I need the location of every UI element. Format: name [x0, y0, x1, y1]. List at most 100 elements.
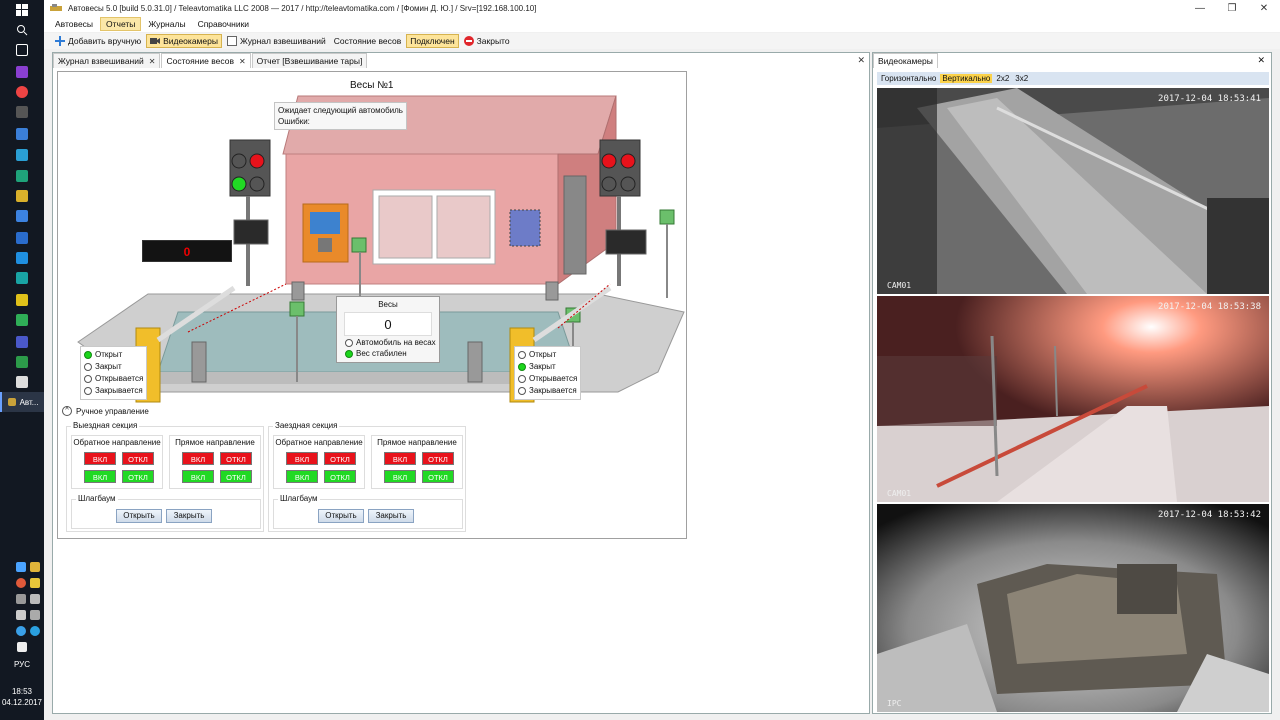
exit-barrier-open-button[interactable]: Открыть [116, 509, 162, 523]
exit-forward-green-on-button[interactable]: ВКЛ [182, 470, 214, 483]
exit-forward-red-off-button[interactable]: ОТКЛ [220, 452, 252, 465]
cameras-panel: Видеокамеры ✕ Горизонтально Вертикально … [872, 52, 1272, 714]
network-icon[interactable] [16, 562, 26, 572]
telegram-icon[interactable] [30, 626, 40, 636]
app-icon-13[interactable] [0, 352, 44, 372]
title-bar: Автовесы 5.0 [build 5.0.31.0] / Teleavto… [44, 0, 1280, 16]
tray-app-icon-4[interactable] [30, 594, 40, 604]
maximize-button[interactable]: ❐ [1216, 0, 1248, 16]
close-icon[interactable]: ✕ [239, 57, 246, 66]
app-icon-10[interactable] [0, 290, 44, 310]
entry-forward-green-off-button[interactable]: ОТКЛ [422, 470, 454, 483]
entry-forward-green-on-button[interactable]: ВКЛ [384, 470, 416, 483]
tab-scale-state[interactable]: Состояние весов ✕ [161, 53, 251, 68]
app-icon-11[interactable] [0, 310, 44, 330]
exit-reverse-green-on-button[interactable]: ВКЛ [84, 470, 116, 483]
app-icon-9[interactable] [0, 268, 44, 288]
start-icon[interactable] [0, 0, 44, 20]
closed-status[interactable]: Закрыто [461, 34, 513, 48]
forward-direction-label: Прямое направление [175, 438, 255, 447]
close-icon[interactable]: ✕ [149, 57, 156, 66]
tray-app-icon-3[interactable] [30, 578, 40, 588]
layout-3x2[interactable]: 3x2 [1013, 74, 1030, 83]
collapse-icon: ^ [62, 406, 72, 416]
exit-reverse-green-off-button[interactable]: ОТКЛ [122, 470, 154, 483]
app-icon-14[interactable] [0, 372, 44, 392]
weight-stable-indicator: Вес стабилен [345, 349, 439, 358]
entry-forward-red-on-button[interactable]: ВКЛ [384, 452, 416, 465]
panel-close-icon[interactable]: ✕ [857, 55, 865, 66]
entry-barrier-open-button[interactable]: Открыть [318, 509, 364, 523]
entry-forward-red-off-button[interactable]: ОТКЛ [422, 452, 454, 465]
app-icon-3[interactable] [0, 145, 44, 165]
app-icon-12[interactable] [0, 332, 44, 352]
camera-view-1[interactable]: 2017-12-04 18:53:41 CAM01 [877, 88, 1269, 294]
language-indicator[interactable]: РУС [0, 660, 44, 669]
cameras-close-icon[interactable]: ✕ [1257, 55, 1265, 66]
tray-app-icon-5[interactable] [30, 610, 40, 620]
scale-state-button[interactable]: Состояние весов [331, 34, 405, 48]
menu-journals[interactable]: Журналы [143, 18, 190, 30]
entry-section: Заездная секция Обратное направление ВКЛ… [268, 421, 466, 532]
barrier-label: Шлагбаум [76, 494, 118, 503]
volume-icon[interactable] [16, 610, 26, 620]
tray-app-icon-1[interactable] [30, 562, 40, 572]
layout-2x2[interactable]: 2x2 [994, 74, 1011, 83]
vehicle-on-scale-label: Автомобиль на весах [356, 338, 436, 347]
camera-view-3[interactable]: 2017-12-04 18:53:42 IPC [877, 504, 1269, 712]
app-icon-8[interactable] [0, 248, 44, 268]
layout-horizontal[interactable]: Горизонтально [879, 74, 938, 83]
camera-post-icon [351, 237, 367, 253]
tab-weigh-journal[interactable]: Журнал взвешиваний ✕ [53, 53, 161, 68]
barrier-left-status: Открыт Закрыт Открывается Закрывается [80, 346, 148, 400]
forward-direction-label: Прямое направление [377, 438, 457, 447]
cameras-button[interactable]: Видеокамеры [146, 34, 222, 48]
exit-reverse-red-on-button[interactable]: ВКЛ [84, 452, 116, 465]
entry-reverse-green-on-button[interactable]: ВКЛ [286, 470, 318, 483]
manual-control-toggle[interactable]: ^ Ручное управление [62, 406, 149, 416]
add-manual-button[interactable]: Добавить вручную [52, 34, 144, 48]
menu-avtovesy[interactable]: Автовесы [50, 18, 98, 30]
app-icon-1[interactable] [0, 102, 44, 122]
clock[interactable]: 18:53 04.12.2017 [0, 686, 44, 708]
barrier-left-closed: Закрыт [95, 362, 122, 371]
layout-vertical[interactable]: Вертикально [940, 74, 993, 83]
app-icon-6[interactable] [0, 206, 44, 226]
exit-barrier-close-button[interactable]: Закрыть [166, 509, 212, 523]
radio-on-icon [518, 363, 526, 371]
camera-view-2[interactable]: 2017-12-04 18:53:38 CAM01 [877, 296, 1269, 502]
exit-forward-red-on-button[interactable]: ВКЛ [182, 452, 214, 465]
entry-forward-direction: Прямое направление ВКЛ ОТКЛ ВКЛ ОТКЛ [371, 435, 463, 489]
search-icon[interactable] [0, 20, 44, 40]
taskbar-app-avtovesy[interactable]: Авт... [0, 392, 44, 412]
weigh-journal-button[interactable]: Журнал взвешиваний [224, 34, 329, 48]
weigh-journal-label: Журнал взвешиваний [239, 36, 326, 46]
battery-icon[interactable] [16, 594, 26, 604]
app-icon-2[interactable] [0, 124, 44, 144]
tray-app-icon-2[interactable] [16, 578, 26, 588]
skype-icon[interactable] [16, 626, 26, 636]
barrier-right-status: Открыт Закрыт Открывается Закрывается [514, 346, 582, 400]
chrome-icon[interactable] [0, 82, 44, 102]
minimize-button[interactable]: — [1184, 0, 1216, 16]
app-icon-5[interactable] [0, 186, 44, 206]
app-icon-4[interactable] [0, 166, 44, 186]
scale-state-label: Состояние весов [333, 36, 402, 46]
notification-icon[interactable] [17, 642, 27, 652]
scale-status-tooltip: Ожидает следующий автомобиль Ошибки: [274, 102, 407, 130]
entry-reverse-red-off-button[interactable]: ОТКЛ [324, 452, 356, 465]
menu-directories[interactable]: Справочники [193, 18, 255, 30]
visual-studio-icon[interactable] [0, 62, 44, 82]
tab-cameras[interactable]: Видеокамеры [873, 53, 938, 68]
close-window-button[interactable]: ✕ [1248, 0, 1280, 16]
task-view-icon[interactable] [0, 40, 44, 60]
tab-tare-report[interactable]: Отчет [Взвешивание тары] [251, 53, 368, 68]
exit-forward-green-off-button[interactable]: ОТКЛ [220, 470, 252, 483]
menu-reports[interactable]: Отчеты [100, 17, 142, 31]
radio-icon [84, 363, 92, 371]
entry-reverse-red-on-button[interactable]: ВКЛ [286, 452, 318, 465]
entry-reverse-green-off-button[interactable]: ОТКЛ [324, 470, 356, 483]
app-icon-7[interactable] [0, 228, 44, 248]
exit-reverse-red-off-button[interactable]: ОТКЛ [122, 452, 154, 465]
entry-barrier-close-button[interactable]: Закрыть [368, 509, 414, 523]
